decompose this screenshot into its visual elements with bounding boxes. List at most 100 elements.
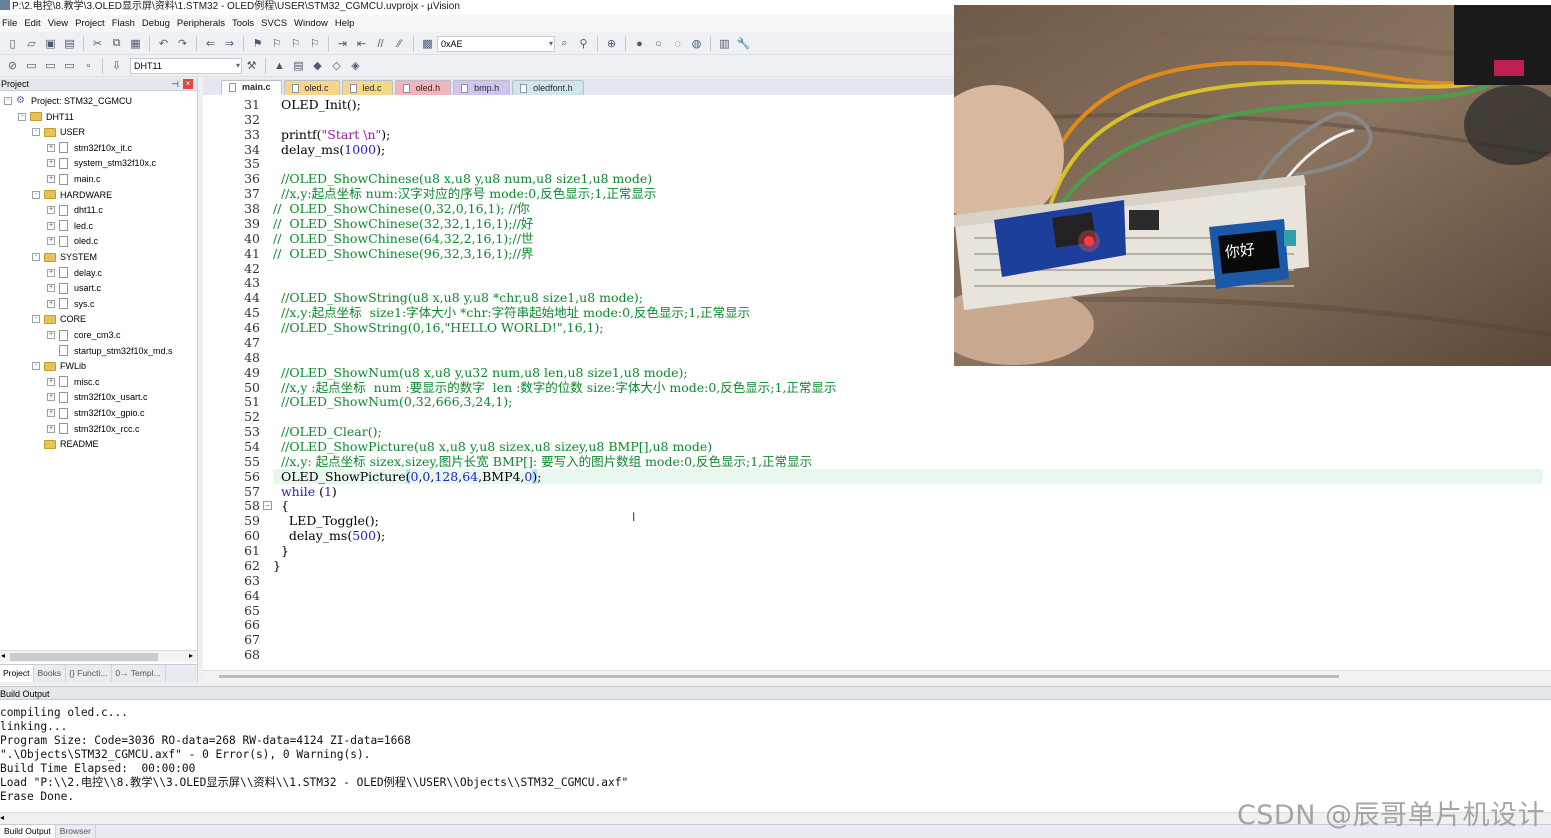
target-options-icon[interactable]: ⚒ — [244, 58, 260, 74]
tree-file-item[interactable]: + oled.c — [47, 234, 98, 248]
uncomment-icon[interactable]: ⁄⁄ — [392, 36, 408, 52]
scrollbar-thumb[interactable] — [10, 653, 158, 661]
tree-file-item[interactable]: + stm32f10x_usart.c — [47, 390, 148, 404]
editor-tab-oledfont-h[interactable]: oledfont.h — [512, 80, 584, 95]
nav-back-icon[interactable]: ⇐ — [203, 36, 219, 52]
tree-folder-item[interactable]: - DHT11 — [18, 110, 74, 124]
expand-icon[interactable]: + — [47, 409, 55, 417]
bookmark-icon[interactable]: ⚑ — [250, 36, 266, 52]
breakpoint-icon[interactable]: ● — [632, 36, 648, 52]
tree-folder-item[interactable]: - CORE — [32, 312, 86, 326]
window-layout-icon[interactable]: ▥ — [717, 36, 733, 52]
menu-file[interactable]: File — [1, 18, 23, 29]
indent-icon[interactable]: ⇥ — [335, 36, 351, 52]
expand-icon[interactable]: + — [47, 377, 55, 386]
tree-folder-item[interactable]: README — [32, 437, 99, 451]
pin-icon[interactable]: ⊣ — [171, 78, 179, 91]
nav-forward-icon[interactable]: ⇒ — [222, 36, 238, 52]
menu-debug[interactable]: Debug — [141, 18, 176, 29]
collapse-icon[interactable]: - — [32, 315, 40, 324]
editor-horizontal-scrollbar[interactable] — [203, 670, 1551, 682]
expand-icon[interactable]: + — [47, 284, 55, 293]
tree-file-item[interactable]: + dht11.c — [47, 203, 103, 217]
menu-tools[interactable]: Tools — [231, 18, 260, 29]
find-combo[interactable]: 0xAE ▾ — [437, 35, 555, 52]
build-icon[interactable]: ▭ — [24, 58, 40, 74]
menu-flash[interactable]: Flash — [111, 18, 141, 29]
scroll-left-icon[interactable]: ◂ — [1, 651, 5, 660]
editor-tab-led-c[interactable]: led.c — [341, 80, 393, 95]
disable-breakpoint-icon[interactable]: ○ — [651, 36, 667, 52]
expand-icon[interactable]: + — [47, 159, 55, 168]
tree-file-item[interactable]: + core_cm3.c — [47, 328, 121, 342]
clear-bookmarks-icon[interactable]: ⚐ — [307, 36, 323, 52]
prev-bookmark-icon[interactable]: ⚐ — [269, 36, 285, 52]
tree-file-item[interactable]: + led.c — [47, 219, 93, 233]
incremental-find-icon[interactable]: ⚲ — [576, 36, 592, 52]
scroll-right-icon[interactable]: ▸ — [189, 651, 193, 660]
expand-icon[interactable]: + — [47, 237, 55, 246]
copy-icon[interactable]: ⧉ — [109, 36, 125, 52]
fold-icon[interactable]: − — [263, 501, 272, 511]
expand-icon[interactable]: + — [47, 299, 55, 308]
paste-icon[interactable]: ▦ — [128, 36, 144, 52]
batch-build-icon[interactable]: ▭ — [62, 58, 78, 74]
undo-icon[interactable]: ↶ — [156, 36, 172, 52]
run-time-env-icon[interactable]: ◈ — [348, 58, 364, 74]
next-bookmark-icon[interactable]: ⚐ — [288, 36, 304, 52]
stop-build-icon[interactable]: ▫ — [81, 58, 97, 74]
translate-icon[interactable]: ⊘ — [5, 58, 21, 74]
tab-build-output[interactable]: Build Output — [0, 825, 56, 838]
scroll-left-icon[interactable]: ◂ — [0, 813, 4, 822]
tab-browser[interactable]: Browser — [56, 825, 96, 838]
find-in-files-icon[interactable]: ▩ — [420, 36, 436, 52]
collapse-icon[interactable]: - — [32, 362, 40, 371]
editor-tab-oled-h[interactable]: oled.h — [394, 80, 452, 95]
tab-templates[interactable]: 0→ Templ... — [112, 665, 166, 682]
expand-icon[interactable]: + — [47, 143, 55, 152]
editor-tab-bmp-h[interactable]: bmp.h — [453, 80, 511, 95]
select-software-packs-icon[interactable]: ◇ — [329, 58, 345, 74]
tree-file-item[interactable]: + sys.c — [47, 297, 95, 311]
open-folder-icon[interactable]: ▱ — [24, 36, 40, 52]
tab-project[interactable]: Project — [0, 665, 35, 682]
download-icon[interactable]: ⇩ — [109, 58, 125, 74]
tree-file-item[interactable]: + stm32f10x_rcc.c — [47, 422, 140, 436]
editor-tab-main-c[interactable]: main.c — [221, 80, 282, 95]
tab-functions[interactable]: {} Functi... — [66, 665, 113, 682]
menu-help[interactable]: Help — [334, 18, 361, 29]
expand-icon[interactable]: + — [47, 268, 55, 277]
tree-folder-item[interactable]: - SYSTEM — [32, 250, 97, 264]
redo-icon[interactable]: ↷ — [175, 36, 191, 52]
project-horizontal-scrollbar[interactable]: ◂ ▸ — [0, 650, 197, 662]
menu-view[interactable]: View — [47, 18, 74, 29]
disable-all-breakpoints-icon[interactable]: ◌ — [670, 36, 686, 52]
close-icon[interactable]: × — [183, 79, 193, 89]
tree-folder-item[interactable]: - USER — [32, 125, 85, 139]
find-icon[interactable]: ⌕ — [557, 36, 573, 52]
collapse-icon[interactable]: - — [32, 190, 40, 199]
menu-project[interactable]: Project — [74, 18, 111, 29]
debug-session-icon[interactable]: ⊕ — [604, 36, 620, 52]
comment-icon[interactable]: // — [373, 36, 389, 52]
expand-icon[interactable]: + — [47, 393, 55, 402]
collapse-icon[interactable]: - — [32, 253, 40, 261]
tree-file-item[interactable]: startup_stm32f10x_md.s — [47, 344, 173, 358]
tree-file-item[interactable]: + delay.c — [47, 266, 102, 280]
tree-file-item[interactable]: + system_stm32f10x.c — [47, 156, 156, 170]
expand-icon[interactable]: + — [47, 206, 55, 215]
manage-components-icon[interactable]: ▤ — [291, 58, 307, 74]
rebuild-icon[interactable]: ▭ — [43, 58, 59, 74]
editor-tab-oled-c[interactable]: oled.c — [283, 80, 340, 95]
tree-file-item[interactable]: + main.c — [47, 172, 101, 186]
tree-project-item[interactable]: - ⚙ Project: STM32_CGMCU — [4, 94, 132, 108]
expand-icon[interactable]: + — [47, 221, 55, 230]
cut-icon[interactable]: ✂ — [90, 36, 106, 52]
menu-edit[interactable]: Edit — [23, 18, 46, 29]
pack-installer-icon[interactable]: ◆ — [310, 58, 326, 74]
new-file-icon[interactable]: ▯ — [5, 36, 21, 52]
expand-icon[interactable]: + — [47, 331, 55, 339]
tree-folder-item[interactable]: - FWLib — [32, 359, 86, 373]
save-all-icon[interactable]: ▤ — [62, 36, 78, 52]
collapse-icon[interactable]: - — [18, 112, 26, 121]
